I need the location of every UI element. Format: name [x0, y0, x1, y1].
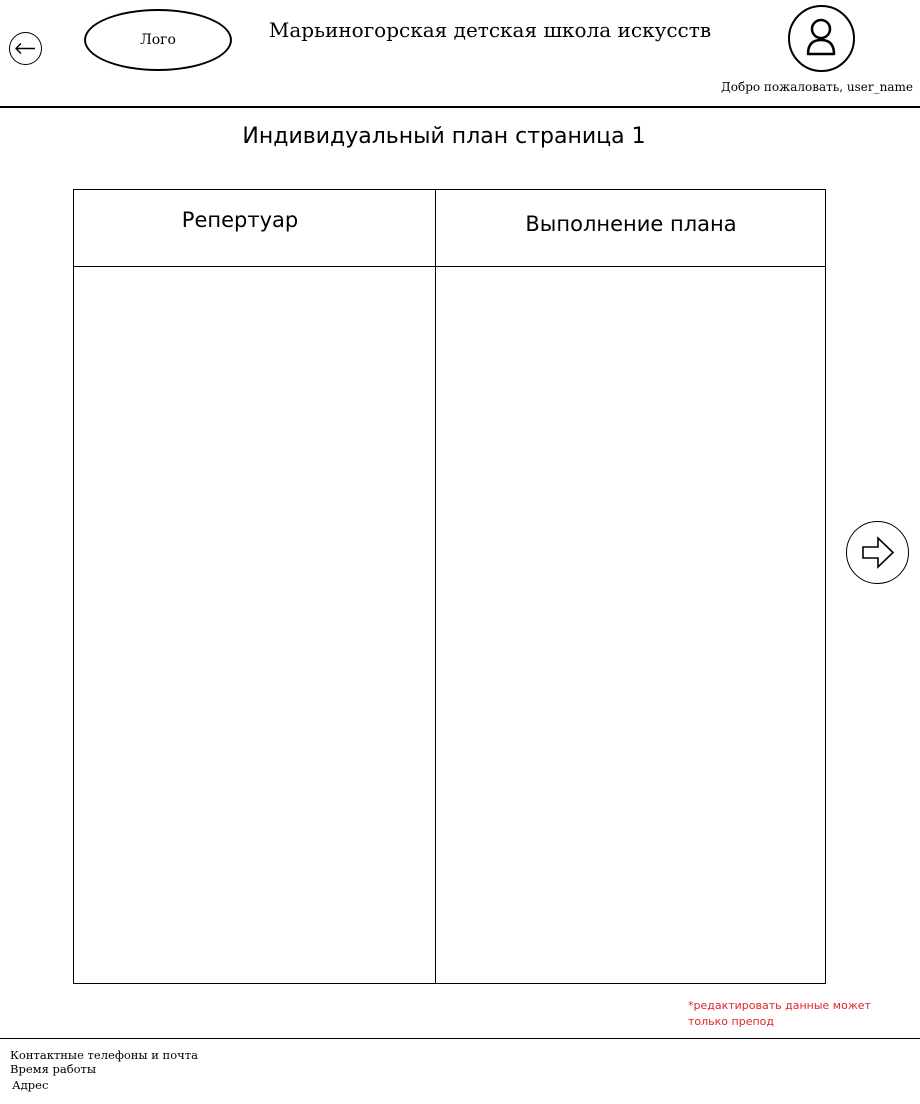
table-header-divider — [73, 266, 826, 267]
back-button[interactable] — [9, 32, 42, 65]
logo[interactable]: Лого — [84, 9, 232, 71]
logo-label: Лого — [140, 32, 176, 48]
footer-contacts: Контактные телефоны и почта — [10, 1048, 198, 1062]
edit-permission-note: *редактировать данные может только препо… — [688, 999, 871, 1028]
plan-table — [73, 189, 826, 984]
next-page-button[interactable] — [846, 521, 909, 584]
column-header-repertoire: Репертуар — [181, 208, 299, 232]
header-divider — [0, 106, 920, 108]
footer-divider — [0, 1038, 920, 1039]
column-header-plan-progress: Выполнение плана — [525, 212, 737, 236]
welcome-text: Добро пожаловать, user_name — [721, 80, 913, 94]
footer-hours: Время работы — [10, 1062, 97, 1076]
page-title: Индивидуальный план страница 1 — [242, 124, 646, 149]
footer-address: Адрес — [12, 1078, 49, 1092]
user-icon — [806, 18, 836, 56]
table-column-divider — [435, 189, 436, 984]
user-avatar-button[interactable] — [788, 5, 855, 72]
arrow-right-icon — [862, 536, 895, 569]
school-title: Марьиногорская детская школа искусств — [268, 18, 712, 42]
arrow-left-icon — [15, 43, 35, 54]
